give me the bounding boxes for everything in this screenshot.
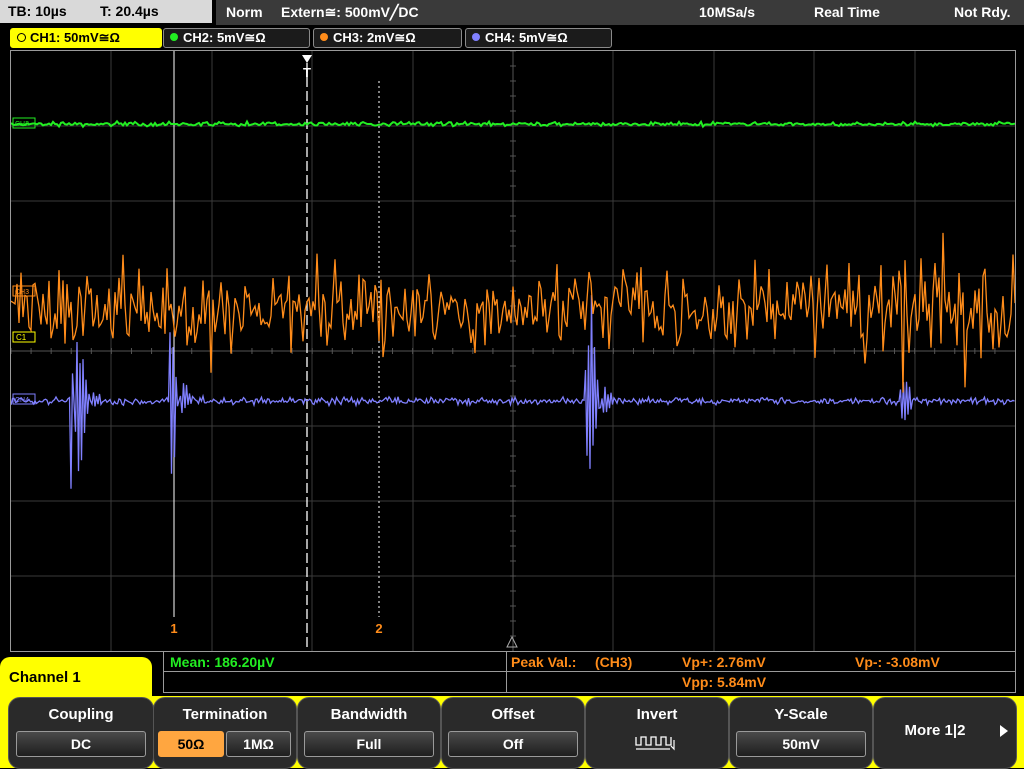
- more-softkey[interactable]: More 1|2: [873, 697, 1017, 769]
- bandwidth-softkey[interactable]: Bandwidth Full: [297, 697, 441, 769]
- ch2-dot-icon: [170, 33, 178, 41]
- acquisition-status[interactable]: Norm Extern≅: 500mV╱DC 10MSa/s Real Time…: [214, 0, 1024, 25]
- tab-ch2-label: CH2: 5mV≅Ω: [183, 30, 266, 45]
- invert-label: Invert: [636, 706, 678, 723]
- vp-minus-readout: Vp-: -3.08mV: [855, 654, 940, 670]
- vpp-readout: Vpp: 5.84mV: [682, 674, 767, 690]
- horizontal-position-icon: [506, 635, 518, 648]
- mean-readout: Mean: 186.20µV: [170, 654, 275, 670]
- coupling-softkey[interactable]: Coupling DC: [8, 697, 154, 769]
- ch2-marker-text: CH2: [15, 121, 29, 128]
- ch1-level-marker: C1: [12, 331, 36, 343]
- next-page-arrow-icon: [1000, 725, 1008, 737]
- termination-50ohm-option[interactable]: 50Ω: [158, 731, 224, 757]
- yscale-softkey[interactable]: Y-Scale 50mV: [729, 697, 873, 769]
- more-label: More 1|2: [904, 722, 966, 739]
- bandwidth-label: Bandwidth: [330, 706, 408, 723]
- invert-waveform-icon: [635, 736, 675, 751]
- ready-state: Not Rdy.: [954, 4, 1011, 20]
- ch1-marker-text: C1: [16, 333, 27, 342]
- offset-value[interactable]: Off: [448, 731, 578, 757]
- trigger-time-readout: T: 20.4µs: [100, 3, 159, 19]
- peak-label: Peak Val.:: [511, 654, 577, 670]
- tab-ch4-label: CH4: 5mV≅Ω: [485, 30, 568, 45]
- tab-ch3-label: CH3: 2mV≅Ω: [333, 30, 416, 45]
- ch1-dot-icon: [17, 33, 26, 42]
- yscale-value[interactable]: 50mV: [736, 731, 866, 757]
- timebase-box[interactable]: TB: 10µs T: 20.4µs: [0, 0, 212, 23]
- trigger-marker-label: T: [303, 65, 311, 80]
- offset-softkey[interactable]: Offset Off: [441, 697, 585, 769]
- vp-plus-readout: Vp+: 2.76mV: [682, 654, 766, 670]
- ch3-marker-text: CH3: [15, 289, 29, 296]
- tab-ch4[interactable]: CH4: 5mV≅Ω: [465, 28, 612, 48]
- menu-title-tab: Channel 1: [0, 657, 152, 701]
- coupling-label: Coupling: [48, 706, 114, 723]
- peak-source: (CH3): [595, 654, 633, 670]
- measurement-panel: Mean: 186.20µV Peak Val.: (CH3) Vp+: 2.7…: [163, 651, 1016, 693]
- waveform-display[interactable]: T 1 2 CH2 CH3 C1 CH4: [10, 50, 1016, 652]
- tab-ch3[interactable]: CH3: 2mV≅Ω: [313, 28, 462, 48]
- ch4-dot-icon: [472, 33, 480, 41]
- bandwidth-value[interactable]: Full: [304, 731, 434, 757]
- menu-title: Channel 1: [9, 669, 81, 686]
- yscale-label: Y-Scale: [774, 706, 828, 723]
- termination-label: Termination: [182, 706, 268, 723]
- sample-rate: 10MSa/s: [699, 4, 756, 20]
- cursor-2-label: 2: [375, 621, 382, 636]
- trigger-source: Extern≅: 500mV╱DC: [281, 4, 419, 20]
- trigger-arrow-icon: [302, 55, 312, 63]
- termination-1mohm-option[interactable]: 1MΩ: [226, 731, 291, 757]
- tab-ch2[interactable]: CH2: 5mV≅Ω: [163, 28, 310, 48]
- acquisition-mode: Real Time: [814, 4, 880, 20]
- timebase-readout: TB: 10µs: [8, 3, 67, 19]
- ch4-marker-text: CH4: [15, 397, 29, 404]
- ch3-dot-icon: [320, 33, 328, 41]
- offset-label: Offset: [491, 706, 535, 723]
- coupling-value[interactable]: DC: [16, 731, 146, 757]
- ch4-level-marker: CH4: [12, 393, 36, 405]
- tab-ch1[interactable]: CH1: 50mV≅Ω: [10, 28, 162, 48]
- invert-softkey[interactable]: Invert: [585, 697, 729, 769]
- termination-softkey[interactable]: Termination 50Ω 1MΩ: [153, 697, 297, 769]
- tab-ch1-label: CH1: 50mV≅Ω: [30, 30, 120, 45]
- trigger-mode: Norm: [226, 4, 263, 20]
- cursor-1-label: 1: [170, 621, 177, 636]
